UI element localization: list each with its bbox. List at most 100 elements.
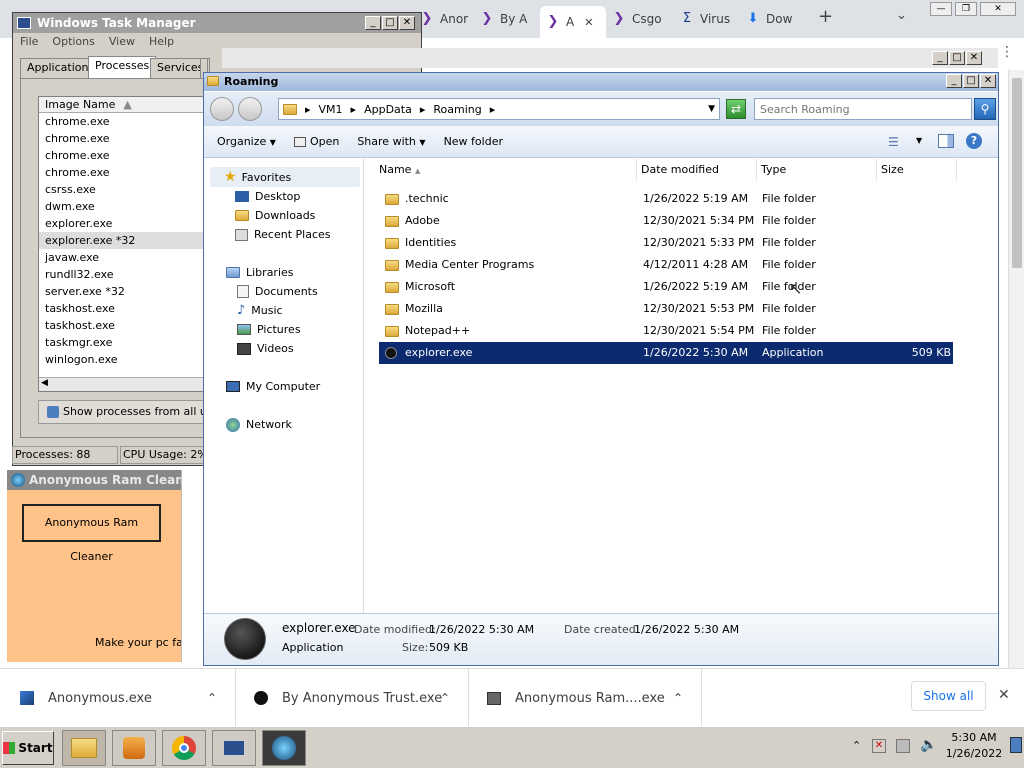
chevron-down-icon[interactable]: ⌄ xyxy=(896,8,907,23)
close-button[interactable]: ✕ xyxy=(980,74,996,88)
network-tray-icon[interactable] xyxy=(896,739,910,753)
download-item[interactable]: By Anonymous Trust.exe ⌃ xyxy=(236,669,469,727)
new-tab-button[interactable]: + xyxy=(818,6,833,27)
show-all-button[interactable]: Show all xyxy=(911,681,986,711)
menu-file[interactable]: File xyxy=(20,35,38,48)
column-name[interactable]: Name ▲ xyxy=(365,159,637,181)
share-with-button[interactable]: Share with ▼ xyxy=(357,135,425,148)
media-player-taskbar-icon[interactable] xyxy=(112,730,156,766)
maximize-button[interactable]: □ xyxy=(963,74,979,88)
organize-button[interactable]: Organize ▼ xyxy=(217,135,276,148)
table-row[interactable]: Identities 12/30/2021 5:33 PM File folde… xyxy=(379,232,953,254)
list-item[interactable]: csrss.exe xyxy=(39,181,203,198)
list-item[interactable]: rundll32.exe xyxy=(39,266,203,283)
chrome-tab-active[interactable]: ❯ A ✕ xyxy=(540,6,606,38)
list-item[interactable]: chrome.exe xyxy=(39,147,203,164)
chrome-taskbar-icon[interactable] xyxy=(162,730,206,766)
chevron-right-icon[interactable]: ▸ xyxy=(490,103,496,116)
column-size[interactable]: Size xyxy=(877,159,957,181)
search-icon[interactable]: ⚲ xyxy=(974,98,996,120)
chevron-down-icon[interactable]: ▼ xyxy=(708,104,715,114)
list-item[interactable]: taskmgr.exe xyxy=(39,334,203,351)
nav-favorites[interactable]: ★ Favorites xyxy=(224,168,291,187)
help-icon[interactable]: ? xyxy=(966,133,982,149)
menu-help[interactable]: Help xyxy=(149,35,174,48)
table-row[interactable]: Microsoft 1/26/2022 5:19 AM File folder xyxy=(379,276,953,298)
restore-button[interactable]: ❐ xyxy=(955,2,977,16)
chevron-up-icon[interactable]: ⌃ xyxy=(673,691,683,705)
breadcrumb-item[interactable]: AppData xyxy=(364,103,412,116)
column-type[interactable]: Type xyxy=(757,159,877,181)
table-row-selected[interactable]: explorer.exe 1/26/2022 5:30 AM Applicati… xyxy=(379,342,953,364)
nav-libraries[interactable]: Libraries xyxy=(226,263,294,282)
list-item[interactable]: javaw.exe xyxy=(39,249,203,266)
chrome-tab[interactable]: ❯ Anor xyxy=(420,6,468,32)
column-header[interactable]: Image Name ▲ xyxy=(39,97,203,113)
chevron-right-icon[interactable]: ▸ xyxy=(351,103,357,116)
list-item[interactable]: chrome.exe xyxy=(39,164,203,181)
open-button[interactable]: Open xyxy=(293,135,339,148)
search-input[interactable] xyxy=(754,98,972,120)
scrollbar-thumb[interactable] xyxy=(1012,78,1022,268)
list-item[interactable]: explorer.exe xyxy=(39,215,203,232)
table-row[interactable]: .technic 1/26/2022 5:19 AM File folder xyxy=(379,188,953,210)
clock-date[interactable]: 1/26/2022 xyxy=(942,747,1006,760)
maximize-button[interactable]: □ xyxy=(382,16,398,30)
tab-processes[interactable]: Processes xyxy=(88,56,157,78)
menu-view[interactable]: View xyxy=(109,35,135,48)
preview-pane-icon[interactable] xyxy=(938,134,954,148)
table-row[interactable]: Media Center Programs 4/12/2011 4:28 AM … xyxy=(379,254,953,276)
chrome-tab[interactable]: ⬇ Dow xyxy=(746,6,798,32)
nav-downloads[interactable]: Downloads xyxy=(235,206,315,225)
maximize-button[interactable]: □ xyxy=(949,51,965,65)
clock-time[interactable]: 5:30 AM xyxy=(942,731,1006,744)
nav-recent-places[interactable]: Recent Places xyxy=(235,225,331,244)
list-item[interactable]: chrome.exe xyxy=(39,130,203,147)
list-item[interactable]: dwm.exe xyxy=(39,198,203,215)
chrome-tab[interactable]: ❯ Csgo xyxy=(612,6,668,32)
close-button[interactable]: ✕ xyxy=(966,51,982,65)
nav-network[interactable]: Network xyxy=(226,415,292,434)
chevron-right-icon[interactable]: ▸ xyxy=(305,103,311,116)
close-button[interactable]: ✕ xyxy=(980,2,1016,16)
chrome-tab[interactable]: Σ Virus xyxy=(680,6,736,32)
close-icon[interactable]: ✕ xyxy=(584,16,593,29)
nav-pictures[interactable]: Pictures xyxy=(237,320,301,339)
breadcrumb-item[interactable]: Roaming xyxy=(433,103,481,116)
scroll-left-icon[interactable]: ◀ xyxy=(41,378,48,388)
action-center-icon[interactable]: ✕ xyxy=(872,739,886,753)
list-item[interactable]: taskhost.exe xyxy=(39,300,203,317)
explorer-taskbar-icon[interactable] xyxy=(62,730,106,766)
show-all-processes-button[interactable]: Show processes from all users xyxy=(38,400,204,424)
breadcrumb[interactable]: ▸ VM1 ▸ AppData ▸ Roaming ▸ ▼ xyxy=(278,98,720,120)
chevron-up-icon[interactable]: ⌃ xyxy=(440,691,450,705)
kebab-menu-icon[interactable]: ⋮ xyxy=(1000,44,1014,60)
volume-icon[interactable]: 🔈 xyxy=(920,737,937,753)
page-scrollbar[interactable] xyxy=(1008,70,1024,668)
minimize-button[interactable]: _ xyxy=(946,74,962,88)
nav-documents[interactable]: Documents xyxy=(237,282,318,301)
nav-my-computer[interactable]: My Computer xyxy=(226,377,320,396)
show-desktop-button[interactable] xyxy=(1010,737,1022,753)
nav-desktop[interactable]: Desktop xyxy=(235,187,300,206)
table-row[interactable]: Mozilla 12/30/2021 5:53 PM File folder xyxy=(379,298,953,320)
back-button[interactable] xyxy=(210,97,234,121)
refresh-icon[interactable]: ⇄ xyxy=(726,99,746,119)
list-item[interactable]: winlogon.exe xyxy=(39,351,203,368)
nav-videos[interactable]: Videos xyxy=(237,339,294,358)
view-options-icon[interactable]: ☰ xyxy=(888,135,899,149)
nav-music[interactable]: ♪ Music xyxy=(237,301,283,320)
chevron-right-icon[interactable]: ▸ xyxy=(420,103,426,116)
chevron-up-icon[interactable]: ⌃ xyxy=(207,691,217,705)
task-manager-taskbar-icon[interactable] xyxy=(212,730,256,766)
list-item[interactable]: server.exe *32 xyxy=(39,283,203,300)
download-item[interactable]: Anonymous.exe ⌃ xyxy=(0,669,236,727)
download-item[interactable]: Anonymous Ram....exe ⌃ xyxy=(469,669,702,727)
close-button[interactable]: ✕ xyxy=(399,16,415,30)
start-button[interactable]: Start xyxy=(2,731,54,765)
minimize-button[interactable]: — xyxy=(930,2,952,16)
forward-button[interactable] xyxy=(238,97,262,121)
chrome-tab[interactable]: ❯ By A xyxy=(480,6,532,32)
minimize-button[interactable]: _ xyxy=(932,51,948,65)
close-icon[interactable]: ✕ xyxy=(998,687,1010,703)
